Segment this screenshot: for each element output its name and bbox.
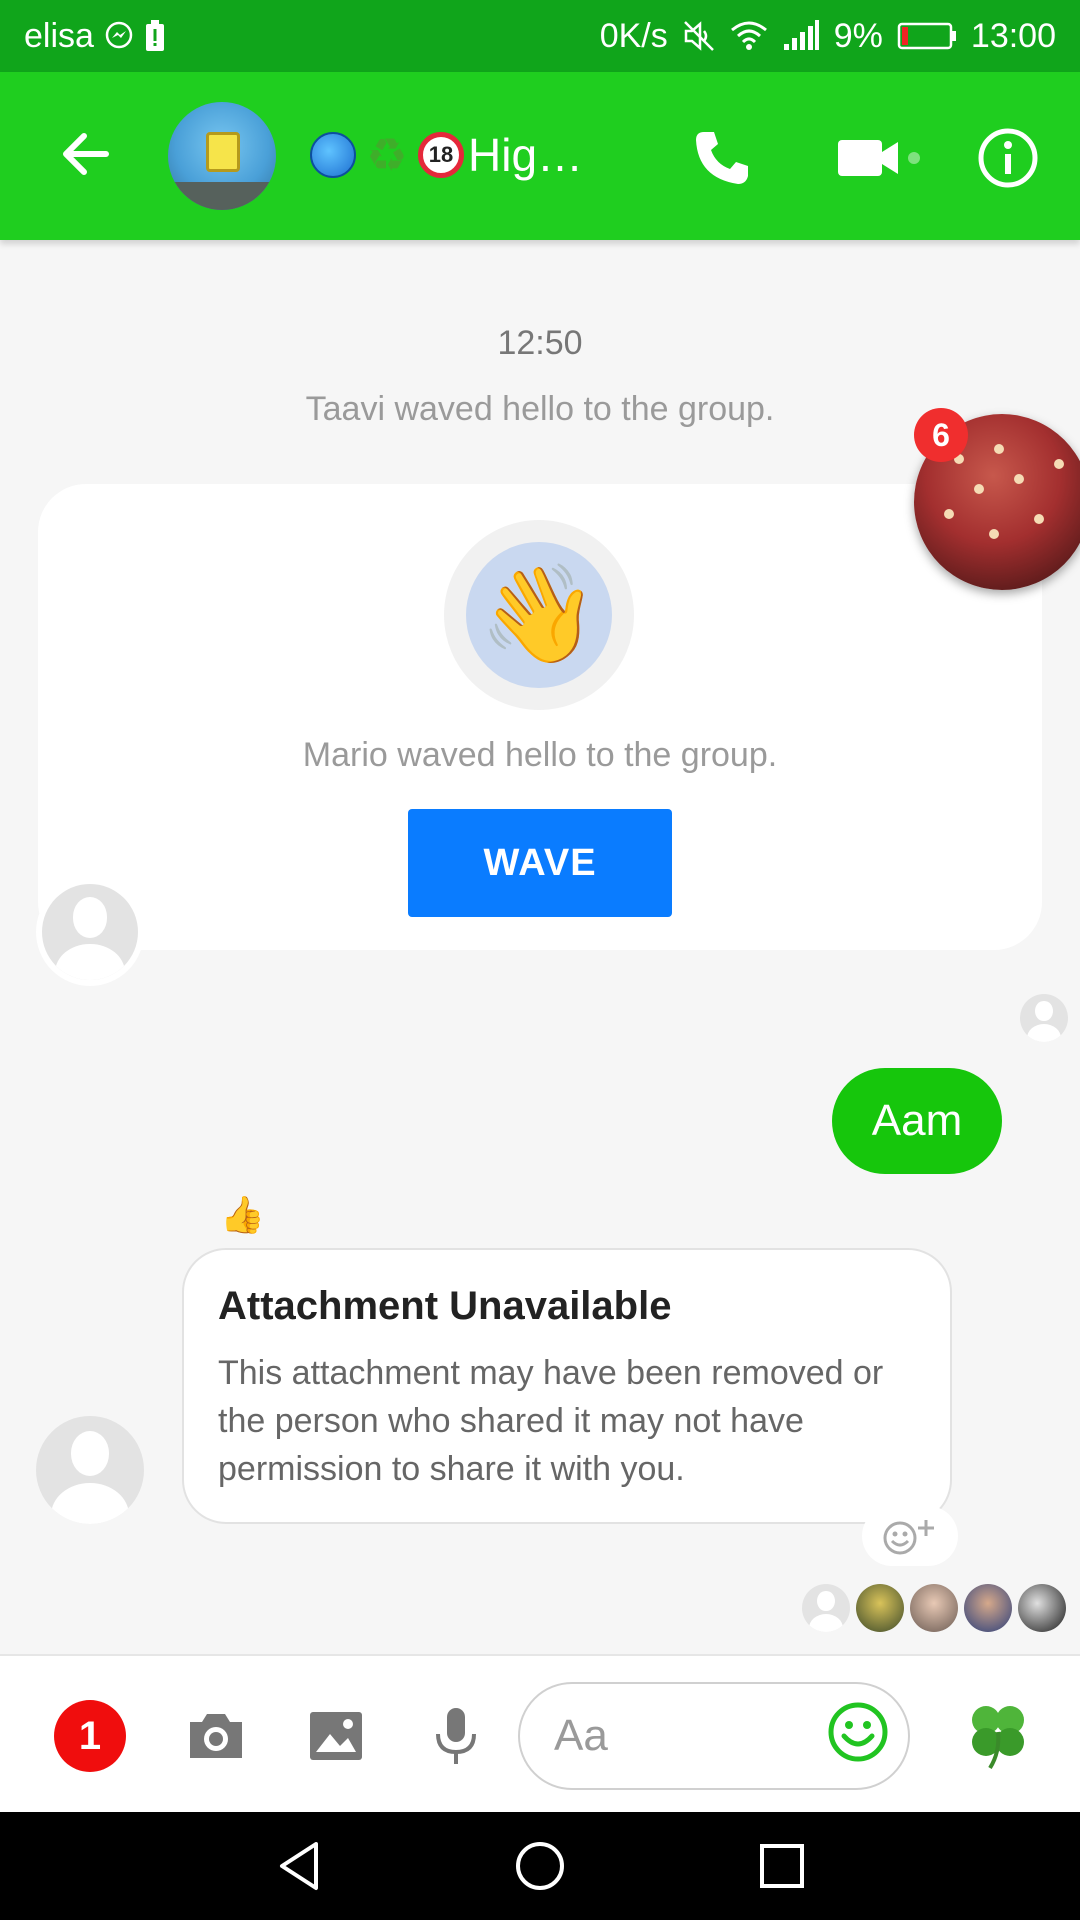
circle-home-icon[interactable] (512, 1838, 568, 1894)
seen-avatar (910, 1584, 958, 1632)
system-nav-bar (0, 1812, 1080, 1920)
spongebob-icon (206, 132, 240, 172)
add-reaction-icon (883, 1520, 934, 1555)
globe-emoji-icon (310, 132, 356, 178)
mute-icon (682, 19, 716, 53)
message-list[interactable]: 12:50 Taavi waved hello to the group. 👋 … (0, 240, 1080, 1654)
waving-hand-icon: 👋 (466, 542, 612, 688)
no-under-18-emoji-icon: 18 (418, 132, 464, 178)
group-avatar[interactable] (168, 102, 276, 210)
battery-icon (897, 21, 957, 51)
info-icon[interactable] (976, 126, 1040, 190)
network-speed: 0K/s (599, 16, 668, 55)
wave-emoji-halo: 👋 (444, 520, 634, 710)
smiley-icon[interactable] (826, 1700, 890, 1764)
outgoing-message-bubble[interactable]: Aam (832, 1068, 1002, 1174)
seen-avatar (964, 1584, 1012, 1632)
composer-bar: 1 Aa (0, 1654, 1080, 1812)
status-bar: elisa 0K/s 9% 13:00 (0, 0, 1080, 72)
back-arrow-icon[interactable] (56, 124, 116, 184)
conversation-title-text: Hig… (468, 129, 584, 181)
clover-emoji-icon[interactable] (960, 1696, 1036, 1772)
avatar[interactable] (36, 1416, 144, 1524)
conversation-title[interactable]: ♻ 18 Hig… (310, 120, 583, 190)
seen-by-row[interactable] (802, 1584, 1066, 1632)
messenger-notification-icon (104, 21, 134, 51)
add-reaction-button[interactable] (862, 1506, 958, 1566)
wave-card-text: Mario waved hello to the group. (302, 736, 778, 774)
battery-alert-icon (144, 20, 166, 52)
wave-button[interactable]: WAVE (408, 809, 672, 917)
phone-icon[interactable] (690, 126, 754, 190)
attachment-body: This attachment may have been removed or… (218, 1354, 884, 1488)
attachment-title: Attachment Unavailable (218, 1284, 672, 1328)
recycle-emoji-icon: ♻ (366, 129, 408, 181)
video-camera-icon[interactable] (836, 126, 926, 190)
attachment-unavailable-card[interactable]: Attachment Unavailable This attachment m… (182, 1248, 952, 1524)
triangle-back-icon[interactable] (272, 1838, 328, 1894)
seen-avatar (802, 1584, 850, 1632)
clock: 13:00 (970, 16, 1056, 55)
avatar[interactable] (42, 884, 138, 980)
carrier-name: elisa (24, 16, 94, 55)
camera-icon[interactable] (184, 1704, 248, 1768)
seen-avatar (856, 1584, 904, 1632)
read-receipt-avatar (1020, 994, 1068, 1042)
message-timestamp: 12:50 (497, 324, 583, 362)
thumbs-up-reaction-icon[interactable]: 👍 (220, 1194, 265, 1236)
seen-avatar (1018, 1584, 1066, 1632)
square-recents-icon[interactable] (754, 1838, 810, 1894)
microphone-icon[interactable] (424, 1704, 488, 1768)
chat-head-badge: 6 (914, 408, 968, 462)
battery-percent: 9% (833, 16, 883, 55)
more-actions-badge[interactable]: 1 (54, 1700, 126, 1772)
signal-icon (782, 20, 820, 52)
image-icon[interactable] (304, 1704, 368, 1768)
wifi-icon (730, 20, 768, 52)
conversation-header: ♻ 18 Hig… (0, 72, 1080, 240)
